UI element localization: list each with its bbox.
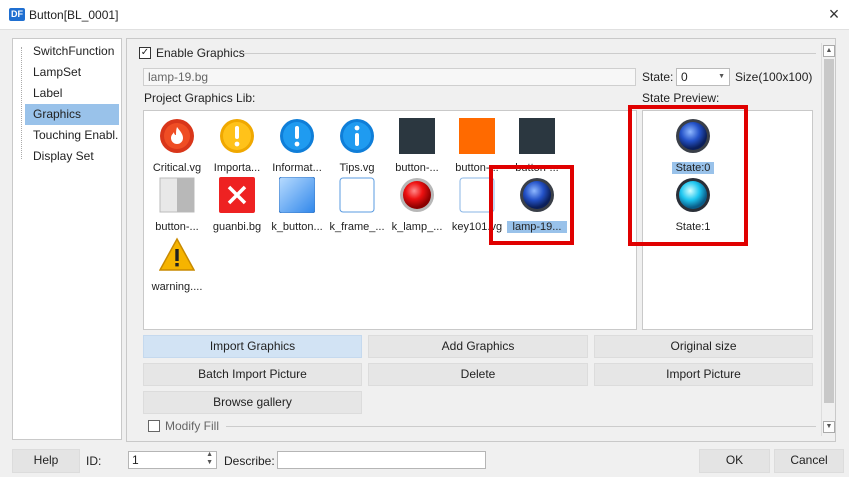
enable-graphics-checkbox[interactable]: ✓	[139, 47, 151, 59]
graphic-file-field[interactable]: lamp-19.bg	[143, 68, 636, 86]
information-icon	[280, 119, 314, 153]
id-value: 1	[132, 453, 139, 467]
group-divider	[226, 426, 816, 427]
id-spinbox[interactable]: 1 ▲ ▼	[128, 451, 217, 469]
state-select[interactable]: 0 ▼	[676, 68, 730, 86]
sidebar-item-label[interactable]: Label	[25, 83, 119, 104]
graphic-name: button-...	[395, 162, 439, 174]
sidebar-item-graphics[interactable]: Graphics	[25, 104, 119, 125]
scroll-down-icon[interactable]: ▼	[823, 421, 835, 433]
graphic-item[interactable]: Critical.vg	[147, 118, 207, 180]
sidebar-item-touching-enable[interactable]: Touching Enabl...	[25, 125, 119, 146]
graphic-name: Critical.vg	[152, 162, 202, 174]
highlight-state-preview	[628, 105, 748, 246]
settings-tree: SwitchFunction LampSet Label Graphics To…	[12, 38, 122, 440]
original-size-button[interactable]: Original size	[594, 335, 813, 358]
sidebar-item-display-set[interactable]: Display Set	[25, 146, 119, 167]
close-red-icon	[219, 177, 255, 213]
warning-icon	[159, 237, 195, 271]
tips-icon	[340, 119, 374, 153]
ok-button[interactable]: OK	[699, 449, 770, 473]
blue-button-icon	[279, 177, 315, 213]
graphic-item[interactable]: Importa...	[207, 118, 267, 180]
modify-fill-checkbox[interactable]	[148, 420, 160, 432]
enable-graphics-label: Enable Graphics	[156, 46, 245, 60]
add-graphics-button[interactable]: Add Graphics	[368, 335, 588, 358]
tree-connector	[21, 47, 22, 159]
app-icon: DF	[9, 8, 25, 21]
graphic-item[interactable]: button-...	[387, 118, 447, 180]
delete-button[interactable]: Delete	[368, 363, 588, 386]
red-lamp-icon	[400, 178, 434, 212]
graphic-name: k_button...	[271, 221, 323, 233]
highlight-selected-graphic	[489, 165, 574, 245]
describe-label: Describe:	[224, 454, 275, 468]
graphic-item[interactable]: k_lamp_...	[387, 177, 447, 239]
import-picture-button[interactable]: Import Picture	[594, 363, 813, 386]
graphic-item[interactable]: Tips.vg	[327, 118, 387, 180]
sidebar-item-lampset[interactable]: LampSet	[25, 62, 119, 83]
graphic-item[interactable]: Informat...	[267, 118, 327, 180]
window-title: Button[BL_0001]	[29, 8, 119, 22]
help-button[interactable]: Help	[12, 449, 80, 473]
modify-fill-label: Modify Fill	[165, 419, 220, 433]
button-orange-icon	[459, 118, 495, 154]
content-scrollbar[interactable]: ▲ ▼	[821, 43, 835, 436]
button-split-icon	[159, 177, 195, 213]
state-preview-label: State Preview:	[642, 91, 720, 105]
size-label: Size(100x100)	[735, 70, 813, 84]
state-label: State:	[642, 70, 674, 84]
graphics-lib-label: Project Graphics Lib:	[144, 91, 256, 105]
browse-gallery-button[interactable]: Browse gallery	[143, 391, 362, 414]
graphic-item[interactable]: warning....	[147, 237, 207, 299]
graphic-name: guanbi.bg	[212, 221, 262, 233]
graphic-name: k_frame_...	[329, 221, 385, 233]
critical-icon	[160, 119, 194, 153]
spin-arrows-icon[interactable]: ▲ ▼	[206, 451, 213, 467]
graphic-name: Tips.vg	[339, 162, 375, 174]
graphic-name: button-...	[155, 221, 199, 233]
graphic-name: warning....	[151, 281, 203, 293]
frame-icon	[339, 177, 375, 213]
describe-input[interactable]	[277, 451, 486, 469]
group-divider	[244, 53, 816, 54]
sidebar-item-switchfunction[interactable]: SwitchFunction	[25, 41, 119, 62]
graphic-item[interactable]: k_button...	[267, 177, 327, 239]
scroll-up-icon[interactable]: ▲	[823, 45, 835, 57]
close-icon[interactable]: ×	[819, 0, 849, 30]
graphic-name: k_lamp_...	[391, 221, 443, 233]
graphic-item[interactable]: button-...	[147, 177, 207, 239]
import-graphics-button[interactable]: Import Graphics	[143, 335, 362, 358]
graphic-name: Informat...	[272, 162, 322, 174]
scroll-thumb[interactable]	[824, 59, 834, 403]
batch-import-picture-button[interactable]: Batch Import Picture	[143, 363, 362, 386]
important-icon	[220, 119, 254, 153]
graphic-name: Importa...	[213, 162, 261, 174]
button-dark-icon	[519, 118, 555, 154]
button-dark-icon	[399, 118, 435, 154]
cancel-button[interactable]: Cancel	[774, 449, 844, 473]
title-bar: DF Button[BL_0001] ×	[0, 0, 849, 30]
state-value: 0	[681, 70, 688, 84]
id-label: ID:	[86, 454, 102, 468]
graphic-item[interactable]: guanbi.bg	[207, 177, 267, 239]
chevron-down-icon: ▼	[718, 73, 725, 80]
graphic-item[interactable]: k_frame_...	[327, 177, 387, 239]
